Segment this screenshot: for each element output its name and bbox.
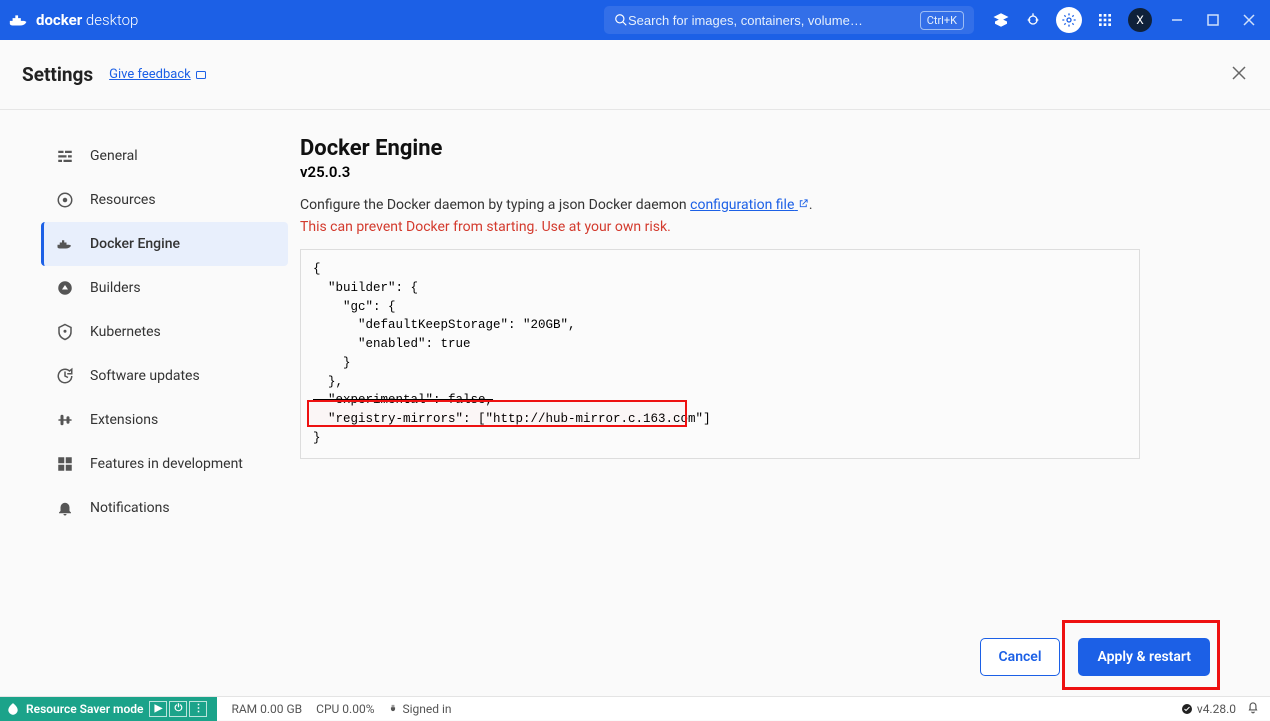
sidebar-item-docker-engine[interactable]: Docker Engine	[41, 222, 288, 266]
json-line: "builder": {	[313, 279, 1127, 298]
sidebar-item-notifications[interactable]: Notifications	[44, 486, 288, 530]
sidebar-item-extensions[interactable]: Extensions	[44, 398, 288, 442]
content-heading: Docker Engine	[300, 136, 1230, 161]
json-line: "defaultKeepStorage": "20GB",	[313, 316, 1127, 335]
signed-in-status: Signed in	[388, 702, 451, 716]
sidebar-item-label: General	[90, 148, 138, 164]
json-editor[interactable]: { "builder": { "gc": { "defaultKeepStora…	[300, 249, 1140, 459]
close-settings-button[interactable]	[1230, 63, 1248, 87]
titlebar-icons: X	[992, 7, 1152, 33]
engine-description: Configure the Docker daemon by typing a …	[300, 197, 1230, 213]
engine-version: v25.0.3	[300, 163, 1230, 181]
plug-icon	[388, 703, 398, 715]
avatar[interactable]: X	[1128, 8, 1152, 32]
json-line: }	[313, 354, 1127, 373]
logo-bold: docker	[36, 11, 82, 29]
resource-saver-badge[interactable]: Resource Saver mode ▶ ⏻ ⋮	[0, 697, 217, 721]
settings-body: General Resources Docker Engine Builders Kub…	[0, 110, 1270, 696]
search-icon	[614, 13, 628, 27]
sidebar-icon	[56, 455, 74, 473]
sidebar-item-resources[interactable]: Resources	[44, 178, 288, 222]
leaf-icon	[6, 702, 20, 716]
close-window-button[interactable]	[1242, 13, 1256, 27]
maximize-button[interactable]	[1206, 13, 1220, 27]
ram-stat: RAM 0.00 GB	[231, 702, 302, 716]
search-shortcut: Ctrl+K	[920, 11, 964, 30]
bug-icon[interactable]	[1024, 11, 1042, 29]
sidebar-icon	[56, 191, 74, 209]
sidebar-item-label: Resources	[90, 192, 156, 208]
sidebar-icon	[56, 279, 74, 297]
desc-pre: Configure the Docker daemon by typing a …	[300, 197, 690, 213]
configuration-file-link[interactable]: configuration file	[690, 197, 809, 213]
sidebar-item-features-in-development[interactable]: Features in development	[44, 442, 288, 486]
window-controls	[1170, 13, 1256, 27]
sidebar-icon	[56, 147, 74, 165]
page-header: Settings Give feedback	[0, 40, 1270, 110]
sidebar-item-general[interactable]: General	[44, 134, 288, 178]
play-icon[interactable]: ▶	[149, 701, 167, 717]
sidebar-item-software-updates[interactable]: Software updates	[44, 354, 288, 398]
docker-whale-icon	[8, 11, 30, 29]
settings-icon[interactable]	[1056, 7, 1082, 33]
sidebar-item-label: Extensions	[90, 412, 158, 428]
minimize-button[interactable]	[1170, 13, 1184, 27]
json-line: "enabled": true	[313, 335, 1127, 354]
notifications-bell-icon[interactable]	[1246, 700, 1260, 717]
cancel-button[interactable]: Cancel	[980, 638, 1061, 676]
json-line: {	[313, 260, 1127, 279]
external-link-icon	[798, 198, 809, 209]
sidebar-item-label: Notifications	[90, 500, 170, 516]
json-line: }	[313, 429, 1127, 448]
apps-grid-icon[interactable]	[1096, 11, 1114, 29]
titlebar: docker desktop Ctrl+K X	[0, 0, 1270, 40]
page-title: Settings	[22, 63, 93, 86]
learn-icon[interactable]	[992, 11, 1010, 29]
sidebar-icon	[56, 367, 74, 385]
status-bar: Resource Saver mode ▶ ⏻ ⋮ RAM 0.00 GB CP…	[0, 696, 1270, 720]
apply-restart-button[interactable]: Apply & restart	[1078, 638, 1210, 676]
engine-warning: This can prevent Docker from starting. U…	[300, 219, 1230, 235]
json-line: "experimental": false,	[313, 391, 1127, 410]
update-status[interactable]: v4.28.0	[1181, 702, 1236, 716]
close-icon	[1230, 64, 1248, 82]
settings-actions: Cancel Apply & restart	[980, 638, 1210, 676]
feedback-icon	[195, 69, 207, 81]
logo-light: desktop	[86, 11, 138, 29]
sidebar-item-label: Builders	[90, 280, 141, 296]
sidebar-item-label: Software updates	[90, 368, 200, 384]
sidebar-item-kubernetes[interactable]: Kubernetes	[44, 310, 288, 354]
settings-sidebar: General Resources Docker Engine Builders Kub…	[0, 110, 300, 696]
app-logo: docker desktop	[8, 11, 138, 29]
json-line: },	[313, 373, 1127, 392]
json-line: "registry-mirrors": ["http://hub-mirror.…	[313, 410, 1127, 429]
check-circle-icon	[1181, 703, 1193, 715]
sidebar-item-label: Docker Engine	[90, 236, 180, 252]
sidebar-icon	[56, 499, 74, 517]
sidebar-icon	[56, 411, 74, 429]
sidebar-icon	[56, 235, 74, 253]
feedback-label: Give feedback	[109, 67, 191, 82]
more-icon[interactable]: ⋮	[189, 701, 207, 717]
settings-content: Docker Engine v25.0.3 Configure the Dock…	[300, 110, 1270, 696]
saver-label: Resource Saver mode	[26, 702, 143, 716]
power-icon[interactable]: ⏻	[169, 701, 187, 717]
footer-right: v4.28.0	[1181, 700, 1270, 717]
sidebar-icon	[56, 323, 74, 341]
sidebar-item-label: Features in development	[90, 456, 243, 472]
global-search[interactable]: Ctrl+K	[604, 6, 974, 34]
sidebar-item-label: Kubernetes	[90, 324, 161, 340]
saver-controls: ▶ ⏻ ⋮	[149, 701, 207, 717]
give-feedback-link[interactable]: Give feedback	[109, 67, 207, 82]
cpu-stat: CPU 0.00%	[316, 702, 374, 716]
search-input[interactable]	[628, 13, 914, 28]
json-line: "gc": {	[313, 298, 1127, 317]
sidebar-item-builders[interactable]: Builders	[44, 266, 288, 310]
desc-post: .	[809, 197, 813, 213]
